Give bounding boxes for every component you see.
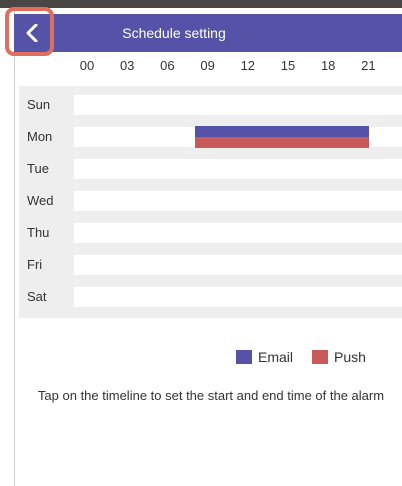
timeline-track-mon[interactable] (74, 126, 402, 148)
legend-email-label: Email (258, 349, 294, 365)
timeline-track-fri[interactable] (74, 255, 402, 275)
header-bar: Schedule setting (14, 14, 402, 52)
timeline-track-sat[interactable] (74, 287, 402, 307)
day-label-thu: Thu (27, 225, 50, 240)
hour-label-00: 00 (79, 58, 95, 73)
hour-label-06: 06 (160, 58, 175, 73)
hour-label-24: 24 (394, 58, 402, 73)
timeline-track-wed[interactable] (74, 191, 402, 211)
top-strip (0, 0, 402, 8)
hour-label-15: 15 (280, 58, 296, 73)
timeline-track-thu[interactable] (74, 223, 402, 243)
day-label-mon: Mon (27, 129, 53, 144)
back-button[interactable] (14, 14, 52, 52)
hour-label-12: 12 (240, 58, 256, 73)
day-label-tue: Tue (27, 161, 49, 176)
timeline-track-tue[interactable] (74, 159, 402, 179)
hour-label-03: 03 (119, 58, 135, 73)
push-swatch (312, 350, 328, 364)
hour-label-21: 21 (361, 58, 376, 73)
email-swatch (236, 350, 252, 364)
legend-push-label: Push (334, 349, 366, 365)
hour-axis: 00 03 06 09 12 15 18 21 24 (73, 58, 402, 78)
legend-email: Email (236, 348, 293, 366)
page-title: Schedule setting (122, 25, 226, 41)
help-text: Tap on the timeline to set the start and… (37, 388, 385, 403)
hour-label-09: 09 (200, 58, 215, 73)
hour-label-18: 18 (320, 58, 336, 73)
legend-push: Push (312, 348, 366, 366)
timeline-track-sun[interactable] (74, 95, 402, 115)
day-label-sat: Sat (27, 289, 47, 304)
day-label-fri: Fri (27, 257, 43, 272)
chevron-left-icon (26, 24, 38, 42)
push-schedule-bar[interactable] (194, 137, 369, 148)
email-schedule-bar[interactable] (194, 126, 369, 137)
day-label-sun: Sun (27, 97, 51, 112)
day-label-wed: Wed (27, 193, 54, 208)
